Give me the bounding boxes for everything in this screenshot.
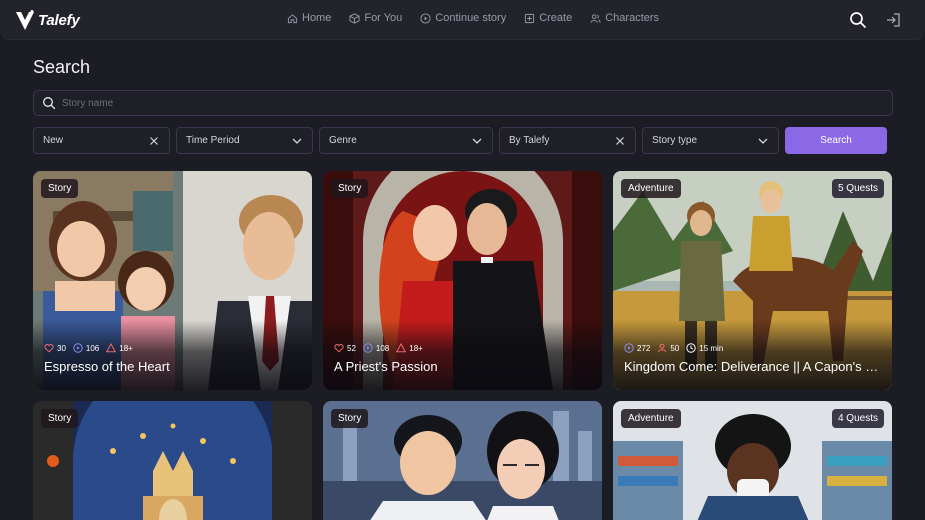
warning-icon — [396, 343, 407, 353]
card-stats: 52 108 18+ — [334, 343, 430, 353]
card-type-badge: Story — [41, 409, 79, 428]
card-type-badge: Adventure — [621, 409, 681, 428]
sort-filter[interactable]: New — [33, 127, 170, 154]
duration-stat: 15 min — [686, 343, 723, 353]
nav-create-label: Create — [539, 12, 573, 24]
plays-stat: 108 — [363, 343, 389, 353]
plus-square-icon — [525, 13, 535, 23]
card-title: A Priest's Passion — [334, 359, 438, 374]
plays-stat: 272 — [624, 343, 650, 353]
play-circle-icon — [420, 12, 431, 24]
play-circle-icon — [73, 343, 83, 353]
users-icon — [590, 13, 601, 23]
plays-count: 108 — [375, 343, 390, 353]
search-icon — [43, 97, 56, 110]
story-card-castle[interactable]: Story — [33, 401, 312, 520]
header-search-button[interactable] — [848, 10, 868, 30]
author-filter-value: By Talefy — [509, 135, 550, 146]
nav-for-you[interactable]: For You — [349, 12, 402, 24]
duration-value: 15 min — [699, 343, 724, 353]
likes-stat: 52 — [334, 343, 356, 353]
nav-characters[interactable]: Characters — [590, 12, 659, 24]
nav-home-label: Home — [302, 12, 332, 24]
warning-icon — [106, 343, 117, 353]
players-stat: 50 — [657, 343, 679, 353]
content-rating: 18+ — [409, 343, 423, 353]
story-type-label: Story type — [652, 135, 698, 146]
nav-create[interactable]: Create — [524, 12, 572, 24]
header-actions — [833, 10, 903, 30]
time-period-select[interactable]: Time Period — [176, 127, 313, 154]
page-title: Search — [33, 57, 91, 77]
card-type-badge: Story — [331, 179, 369, 198]
genre-label: Genre — [329, 135, 357, 146]
likes-stat: 30 — [44, 343, 66, 353]
card-stats: 272 50 15 min — [624, 343, 730, 353]
login-button[interactable] — [883, 10, 903, 30]
search-icon — [850, 12, 866, 28]
quest-count-badge: 5 Quests — [831, 179, 884, 198]
play-circle-icon — [363, 343, 373, 353]
sign-in-icon — [887, 13, 900, 27]
content-rating: 18+ — [119, 343, 133, 353]
rating-stat: 18+ — [106, 343, 133, 353]
story-type-select[interactable]: Story type — [642, 127, 779, 154]
rating-stat: 18+ — [396, 343, 423, 353]
author-filter[interactable]: By Talefy — [499, 127, 636, 154]
likes-count: 52 — [347, 343, 356, 353]
chevron-down-icon — [758, 138, 768, 144]
clock-icon — [686, 343, 696, 353]
close-icon[interactable] — [148, 135, 160, 147]
likes-count: 30 — [57, 343, 66, 353]
story-search-field[interactable] — [33, 90, 893, 116]
story-card-priest[interactable]: Story 52 108 18+ A Priest's Passion — [323, 171, 602, 390]
heart-icon — [334, 344, 344, 353]
chevron-down-icon — [472, 138, 482, 144]
genre-select[interactable]: Genre — [319, 127, 493, 154]
card-title: Kingdom Come: Deliverance || A Capon's P… — [624, 359, 882, 374]
quest-count-badge: 4 Quests — [831, 409, 884, 428]
sort-filter-value: New — [43, 135, 64, 146]
card-type-badge: Adventure — [621, 179, 681, 198]
cube-icon — [349, 12, 360, 24]
nav-for-you-label: For You — [364, 12, 403, 24]
logo-text: Talefy — [38, 11, 80, 29]
card-overlay — [33, 320, 312, 390]
home-icon — [287, 13, 298, 23]
story-card-office[interactable]: Story — [323, 401, 602, 520]
players-count: 50 — [670, 343, 680, 353]
story-search-input[interactable] — [62, 97, 842, 109]
chevron-down-icon — [292, 138, 302, 144]
card-title: Espresso of the Heart — [44, 359, 170, 374]
time-period-label: Time Period — [186, 135, 240, 146]
main-nav: Home For You Continue story Create Chara… — [287, 12, 677, 24]
plays-stat: 106 — [73, 343, 99, 353]
nav-continue-story-label: Continue story — [435, 12, 507, 24]
card-type-badge: Story — [41, 179, 79, 198]
nav-characters-label: Characters — [605, 12, 660, 24]
nav-home[interactable]: Home — [287, 12, 331, 24]
plays-count: 106 — [85, 343, 100, 353]
play-circle-icon — [624, 343, 634, 353]
adventure-card-kingdom-come[interactable]: Adventure 5 Quests 272 50 15 min Kingdom… — [613, 171, 892, 390]
logo-mark-icon — [16, 10, 34, 30]
story-card-espresso[interactable]: Story 30 106 18+ Espresso of the Heart — [33, 171, 312, 390]
adventure-card-supermarket[interactable]: Adventure 4 Quests — [613, 401, 892, 520]
user-icon — [658, 343, 667, 353]
heart-icon — [44, 344, 54, 353]
top-bar: Talefy Home For You Continue story Creat… — [0, 0, 925, 40]
talefy-logo[interactable]: Talefy — [14, 7, 80, 33]
card-stats: 30 106 18+ — [44, 343, 140, 353]
card-overlay — [323, 320, 602, 390]
search-button[interactable]: Search — [785, 127, 887, 154]
close-icon[interactable] — [614, 135, 626, 147]
card-type-badge: Story — [331, 409, 369, 428]
nav-continue-story[interactable]: Continue story — [420, 12, 506, 24]
card-overlay — [613, 320, 892, 390]
plays-count: 272 — [637, 343, 651, 353]
